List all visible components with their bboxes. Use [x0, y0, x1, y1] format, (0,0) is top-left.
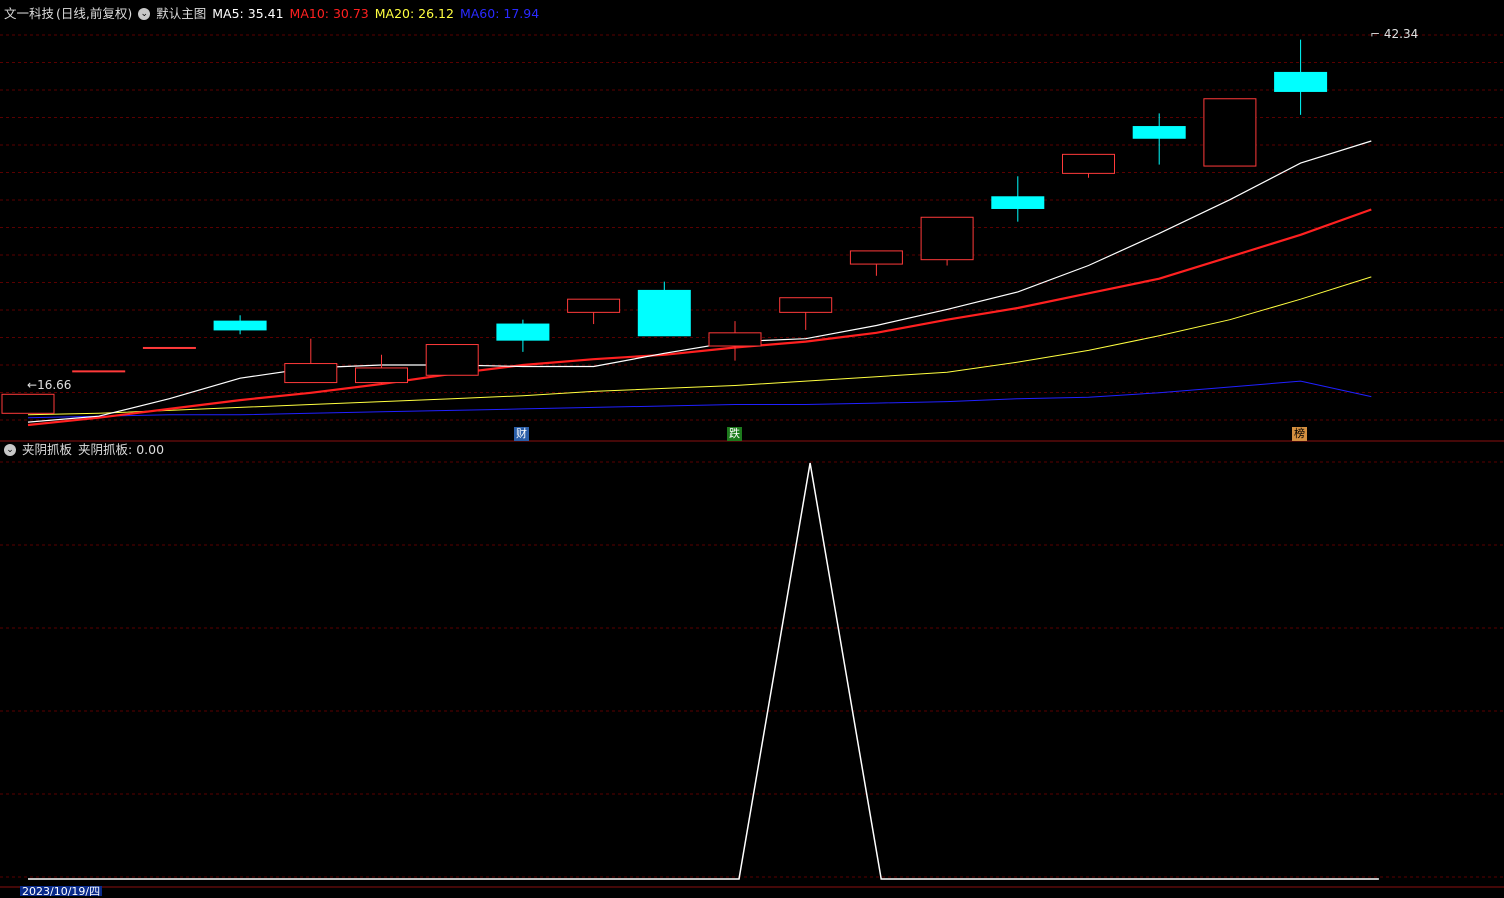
ma10-value: MA10: 30.73 [289, 6, 369, 21]
grid-lines [0, 34, 1504, 878]
candle-body-up [425, 344, 479, 376]
main-chart-header: 文一科技 (日线,前复权) ⌄ 默认主图 MA5: 35.41 MA10: 30… [4, 5, 545, 23]
low-price-label: ←16.66 [27, 378, 72, 392]
event-tag-finance[interactable]: 财 [514, 427, 529, 441]
indicator-line [28, 462, 1379, 880]
candle-body-up [1, 393, 55, 414]
event-tag-rank[interactable]: 榜 [1292, 427, 1307, 441]
candle-body-down [1132, 126, 1186, 139]
candle-body-up [284, 363, 338, 384]
ma5-line [27, 140, 1372, 423]
candle-body-up [355, 367, 408, 384]
ma20-line [27, 276, 1372, 416]
candle-body-down [213, 320, 267, 331]
candle-body-up [779, 297, 833, 313]
candle-body-up [1062, 153, 1115, 174]
chevron-down-icon[interactable]: ⌄ [4, 444, 16, 456]
period-label: (日线,前复权) [56, 6, 133, 21]
ma60-value: MA60: 17.94 [459, 6, 540, 21]
indicator-name[interactable]: 夹阴抓板 [22, 441, 72, 459]
candle-body-down [991, 196, 1045, 209]
candle-body-down [637, 289, 691, 337]
indicator-polyline [28, 462, 1379, 880]
candle-body-up [920, 216, 974, 261]
main-chart-name[interactable]: 默认主图 [156, 5, 206, 23]
ma5-value: MA5: 35.41 [212, 6, 284, 21]
candle-body-up [708, 332, 762, 347]
chevron-down-icon[interactable]: ⌄ [138, 8, 151, 20]
candle-body-up [72, 370, 126, 373]
indicator-value: 夹阴抓板: 0.00 [78, 442, 165, 457]
candle-body-up [1203, 98, 1257, 167]
date-label: 2023/10/19/四 [20, 885, 103, 898]
ma20-value: MA20: 26.12 [374, 6, 454, 21]
indicator-header: ⌄ 夹阴抓板 夹阴抓板: 0.00 [4, 441, 170, 459]
left-arrow-icon: ← [27, 378, 38, 392]
candle-body-down [496, 323, 550, 341]
candlesticks [1, 39, 1328, 414]
kline-chart[interactable] [0, 0, 1504, 894]
arrow-icon: ⌐ [1370, 27, 1381, 41]
event-tag-drop[interactable]: 跌 [727, 427, 742, 441]
candle-body-up [142, 346, 196, 349]
high-price-label: ⌐ 42.34 [1370, 27, 1419, 41]
candle-body-up [567, 298, 621, 313]
stock-name[interactable]: 文一科技 [4, 5, 54, 23]
candle-body-down [1274, 71, 1328, 92]
candle-body-up [849, 250, 903, 265]
